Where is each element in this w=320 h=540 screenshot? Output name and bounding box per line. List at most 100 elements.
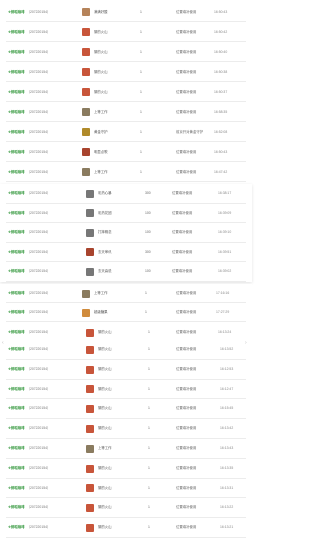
gift-name: 玄天喜说 [98, 269, 112, 273]
gift-time: 16:38:17 [218, 191, 232, 195]
gift-status: 位置填补使用 [176, 485, 197, 490]
gift-status: 位置填补使用 [176, 291, 197, 295]
user-name: ❖鲜呱咖啡 [8, 70, 25, 74]
gift-cell: 彩热心暴 [86, 184, 112, 204]
gift-count: 1 [148, 505, 150, 510]
gift-time: 16:50:43 [214, 150, 228, 154]
gift-time: 16:13:24 [218, 330, 232, 334]
gift-cell: 玄天喜说 [86, 262, 112, 282]
user-id: （207220154） [26, 210, 51, 215]
gift-time: 16:13:21 [220, 525, 234, 530]
volcano-icon [86, 365, 94, 374]
gift-time: 16:50:38 [214, 70, 228, 74]
table-row: ❖鲜呱咖啡 （207220154） 黎的火山 1 位置填补使用 16:50:40 [0, 42, 252, 62]
table-row: ❖鲜呱咖啡 （207220154） 黎的火山 1 位置填补使用 16:50:37 [0, 82, 252, 102]
scroll-right-indicator[interactable]: › [245, 340, 247, 346]
user-id: （207220154） [26, 525, 51, 530]
gift-cell: 彩热花团 [86, 204, 112, 224]
table-row: ❖鲜呱咖啡 （207220154） 上等工作 1 位置填补使用 16:13:43 [0, 439, 252, 459]
gift-time: 16:50:37 [214, 90, 228, 94]
gift-count: 1 [140, 50, 142, 54]
gift-cell: 黄金守护 [82, 122, 108, 142]
gift-name: 黎的火山 [98, 366, 112, 371]
gift-status: 位置填补使用 [176, 90, 197, 94]
scroll-left-indicator[interactable]: ‹ [2, 340, 4, 346]
gift-cell: 上等工作 [82, 284, 108, 303]
user-id: （207220154） [26, 347, 51, 351]
user-name: ❖鲜呱咖啡 [8, 330, 25, 334]
user-id: （207220154） [26, 249, 51, 254]
gift-count: 1 [140, 30, 142, 34]
gift-name: 黎的火山 [98, 465, 112, 470]
user-id: （207220154） [26, 310, 51, 314]
gift-cell: 黎的火山 [86, 498, 112, 518]
gift-status: 位置填补使用 [176, 347, 197, 351]
gift-time: 16:39:09 [218, 210, 232, 215]
gift-cell: 黎的火山 [86, 380, 112, 400]
table-row: ❖鲜呱咖啡 （207220154） 黎的火山 1 位置填补使用 16:13:22 [0, 498, 252, 518]
user-cell: ❖鲜呱咖啡 （207220154） [8, 419, 50, 439]
volcano-icon [86, 464, 94, 473]
user-id: （207220154） [26, 191, 51, 195]
gift-count: 1 [148, 485, 150, 490]
gift-count: 1 [148, 347, 150, 351]
gift-count: 1 [145, 291, 147, 295]
gift-count: 300 [145, 191, 151, 195]
user-id: （207220154） [26, 150, 51, 154]
gift-count: 1 [145, 310, 147, 314]
user-name: ❖鲜呱咖啡 [8, 465, 25, 470]
user-cell: ❖鲜呱咖啡 （207220154） [8, 62, 50, 82]
user-name: ❖鲜呱咖啡 [8, 110, 25, 114]
user-cell: ❖鲜呱咖啡 （207220154） [8, 399, 50, 419]
gift-status: 位置填补使用 [176, 465, 197, 470]
user-name: ❖鲜呱咖啡 [8, 10, 25, 14]
gift-cell: 上等工作 [86, 439, 112, 459]
gift-status: 位置填补使用 [172, 269, 193, 273]
gift-name: 上等工作 [94, 170, 108, 174]
table-row: ❖鲜呱咖啡 （207220154） 黎的火山 1 位置填补使用 16:13:21 [0, 518, 252, 538]
gift-time: 16:12:53 [220, 366, 234, 371]
gift-time: 16:39:02 [218, 269, 232, 273]
gift-status: 位置填补使用 [176, 30, 197, 34]
volcano-icon [86, 484, 94, 493]
gift-cell: 满满好酸 [82, 2, 108, 22]
table-row: ❖鲜呱咖啡 （207220154） 上等工作 1 位置填补使用 16:47:42 [0, 162, 252, 182]
gift-time: 16:39:10 [218, 230, 232, 234]
volcano-icon [82, 68, 90, 76]
user-id: （207220154） [26, 230, 51, 234]
gift-name: 黎的火山 [98, 330, 112, 334]
user-id: （207220154） [26, 446, 51, 450]
volcano-icon [82, 88, 90, 96]
user-id: （207220154） [26, 70, 51, 74]
gift-status: 位置填补使用 [172, 230, 193, 234]
section4-panel: ❖鲜呱咖啡 （207220154） 黎的火山 1 位置填补使用 16:13:24 [0, 324, 252, 341]
user-cell: ❖鲜呱咖啡 （207220154） [8, 122, 50, 142]
user-cell: ❖鲜呱咖啡 （207220154） [8, 223, 50, 243]
gift-name: 玄天审讯 [98, 249, 112, 254]
volcano-icon [86, 385, 94, 394]
chest-icon [86, 248, 94, 257]
gift-name: 上等工作 [94, 291, 108, 295]
gift-time: 16:13:43 [220, 446, 234, 450]
gift-time: 16:58:35 [214, 110, 228, 114]
table-row: ❖鲜呱咖啡 （207220154） 上等工作 1 位置填补使用 16:58:35 [0, 102, 252, 122]
table-row: ❖鲜呱咖啡 （207220154） 黎的火山 1 位置填补使用 16:13:35 [0, 459, 252, 479]
user-cell: ❖鲜呱咖啡 （207220154） [8, 184, 50, 204]
user-name: ❖鲜呱咖啡 [8, 485, 25, 490]
table-row: ❖鲜呱咖啡 （207220154） 黎的火山 1 位置填补使用 16:50:38 [0, 62, 252, 82]
user-cell: ❖鲜呱咖啡 （207220154） [8, 204, 50, 224]
user-id: （207220154） [26, 485, 51, 490]
gift-name: 超级糖果 [94, 310, 108, 314]
gift-name: 明显点歌 [94, 150, 108, 154]
gift-time: 17:16:16 [216, 291, 230, 295]
gift-status: 位置填补使用 [176, 406, 197, 411]
cat-icon [86, 189, 94, 198]
gift-count: 1 [140, 110, 142, 114]
cat-icon [86, 228, 94, 237]
user-cell: ❖鲜呱咖啡 （207220154） [8, 82, 50, 102]
gift-status: 位置填补使用 [172, 249, 193, 254]
user-name: ❖鲜呱咖啡 [8, 50, 25, 54]
gift-status: 位置填补使用 [176, 150, 197, 154]
gift-name: 黎的火山 [98, 505, 112, 510]
gift-cell: 打摔概念 [86, 223, 112, 243]
